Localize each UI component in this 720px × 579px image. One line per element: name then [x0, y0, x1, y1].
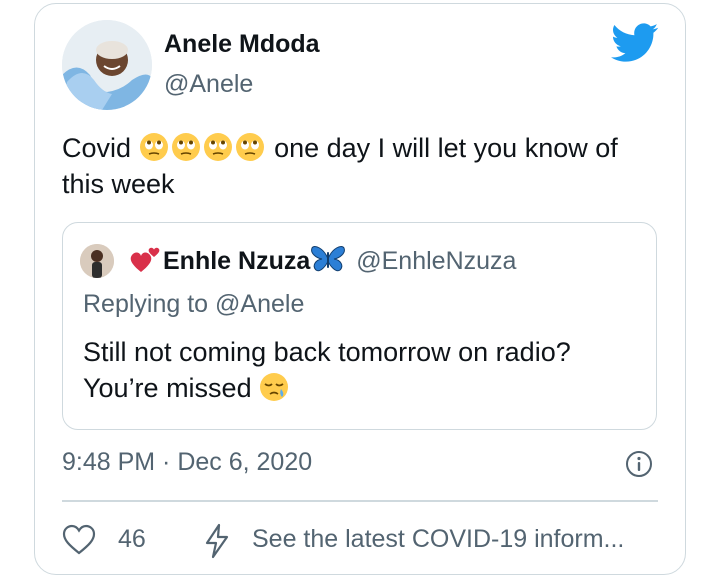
rolling-eyes-emoji-icon: [171, 133, 200, 161]
like-count[interactable]: 46: [118, 525, 146, 554]
quoted-author-line[interactable]: Enhle Nzuza @EnhleNzuza: [129, 244, 516, 276]
author-handle[interactable]: @Anele: [164, 70, 253, 99]
rolling-eyes-emoji-icon: [139, 133, 168, 161]
butterfly-icon: [311, 245, 346, 272]
replying-to-prefix: Replying to: [83, 290, 209, 318]
info-icon[interactable]: [625, 450, 653, 478]
rolling-eyes-emoji-icon: [203, 133, 232, 161]
replying-to-handle-link[interactable]: @Anele: [215, 290, 304, 318]
quoted-author-handle[interactable]: @EnhleNzuza: [356, 247, 516, 275]
tweet-text: Covid one day I will let you know of thi…: [62, 130, 662, 202]
two-hearts-icon: [130, 247, 160, 272]
action-bar: 46 See the latest COVID-19 inform...: [62, 520, 662, 560]
tweet-text-before: Covid: [62, 133, 132, 163]
replying-to-line: Replying to @Anele: [83, 290, 304, 319]
divider: [62, 500, 658, 502]
rolling-eyes-emoji-icon: [235, 133, 264, 161]
sleepy-face-emoji-icon: [260, 373, 289, 401]
quoted-author-name[interactable]: Enhle Nzuza: [163, 247, 310, 275]
quoted-tweet[interactable]: Enhle Nzuza @EnhleNzuza Replying to @Ane…: [62, 222, 657, 430]
twitter-bird-icon[interactable]: [611, 23, 659, 63]
heart-outline-icon[interactable]: [62, 523, 96, 557]
author-name[interactable]: Anele Mdoda: [164, 30, 320, 59]
tweet-timestamp[interactable]: 9:48 PM · Dec 6, 2020: [62, 448, 312, 477]
covid-info-link[interactable]: See the latest COVID-19 inform...: [252, 525, 624, 554]
quoted-tweet-text-content: Still not coming back tomorrow on radio?…: [83, 337, 571, 403]
quoted-author-avatar[interactable]: [80, 244, 114, 278]
lightning-bolt-icon[interactable]: [202, 523, 232, 559]
quoted-tweet-text: Still not coming back tomorrow on radio?…: [83, 334, 643, 406]
author-avatar[interactable]: [62, 20, 152, 110]
